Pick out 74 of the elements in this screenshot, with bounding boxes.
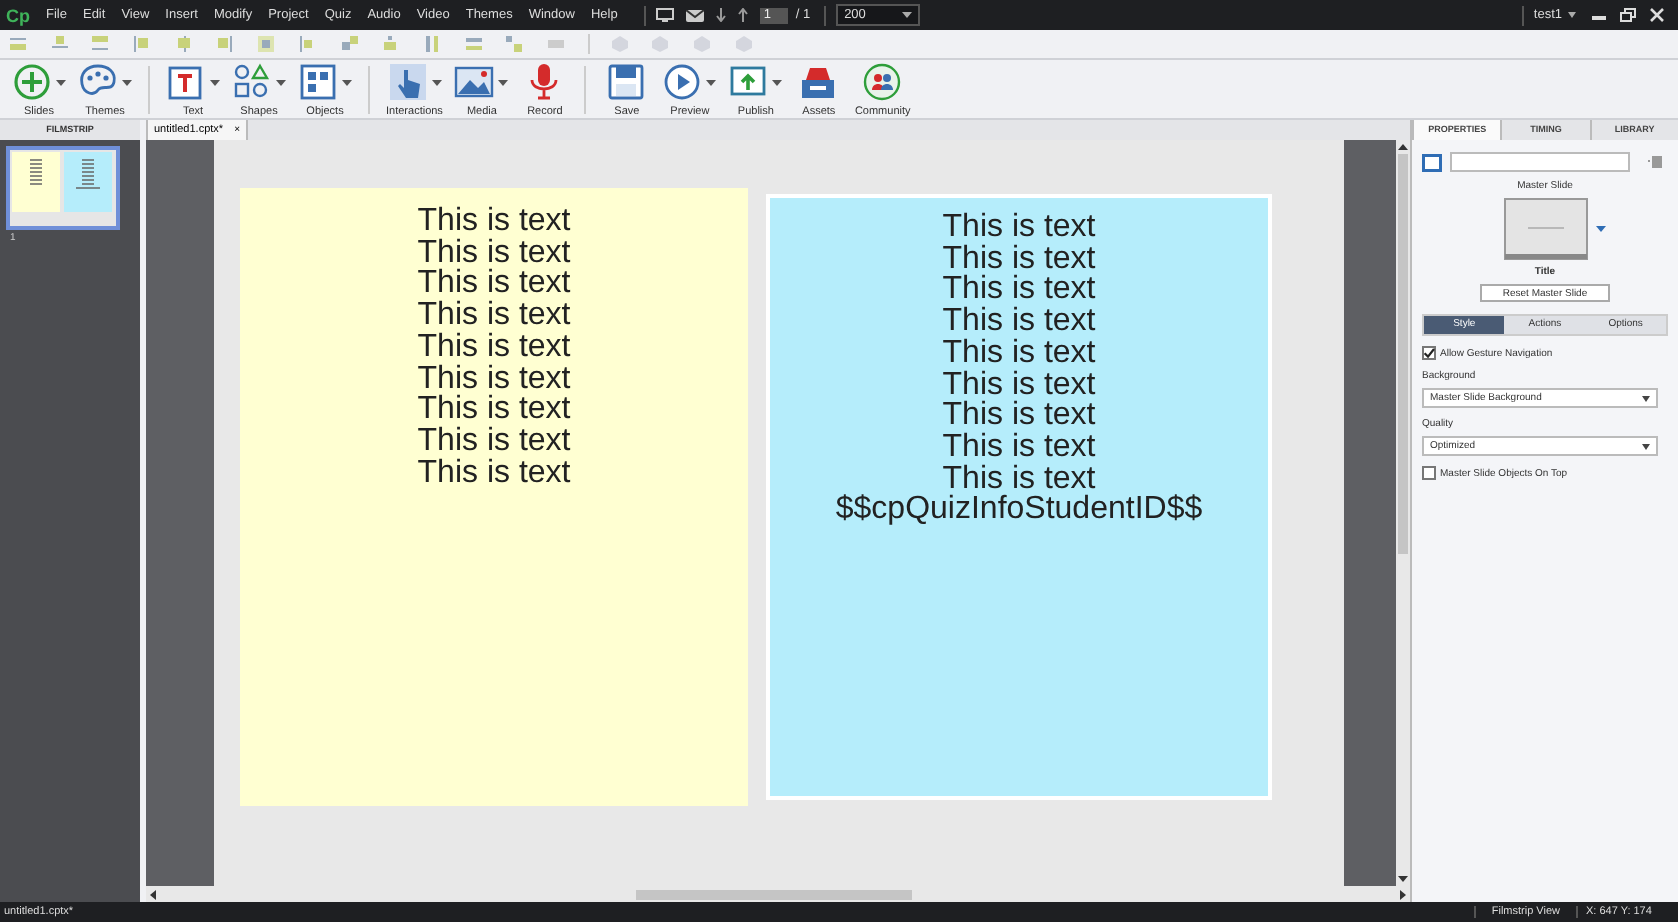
align-icon[interactable] xyxy=(380,34,401,54)
slide-thumbnail[interactable] xyxy=(6,146,120,230)
arrow-up-icon[interactable] xyxy=(737,8,748,22)
checkbox[interactable] xyxy=(1422,466,1436,480)
scroll-down-icon[interactable] xyxy=(1398,876,1408,882)
align-icon[interactable] xyxy=(504,34,525,54)
align-icon[interactable] xyxy=(545,34,566,54)
text-line: This is text xyxy=(417,300,571,332)
cube-icon[interactable] xyxy=(609,34,630,54)
text-line: This is text xyxy=(417,425,571,458)
scroll-up-icon[interactable] xyxy=(1398,144,1408,150)
caret-icon xyxy=(1642,443,1650,449)
panel-menu-icon[interactable] xyxy=(1648,156,1662,168)
arrow-down-icon[interactable] xyxy=(715,8,726,22)
name-field[interactable] xyxy=(1450,152,1630,172)
caret-icon xyxy=(902,12,913,18)
text-line: This is text xyxy=(417,363,571,395)
align-icon[interactable] xyxy=(49,34,70,54)
align-icon[interactable] xyxy=(421,34,442,54)
box-icon xyxy=(798,62,839,102)
align-icon[interactable] xyxy=(339,34,359,54)
text-line: This is text xyxy=(942,337,1096,370)
mail-icon[interactable] xyxy=(685,9,704,21)
align-icon[interactable] xyxy=(463,34,484,54)
text-line: This is text xyxy=(417,457,571,489)
text-line: This is text xyxy=(417,331,571,364)
text-line: This is text xyxy=(417,237,571,269)
align-icon[interactable] xyxy=(297,34,318,54)
text-icon xyxy=(166,62,206,102)
image-icon xyxy=(454,62,495,102)
people-icon xyxy=(862,62,903,102)
text-line: $$cpQuizInfoStudentID$$ xyxy=(835,494,1203,527)
caret-icon[interactable] xyxy=(1568,12,1576,18)
caret-icon xyxy=(1642,395,1650,401)
save-icon xyxy=(606,62,647,102)
text-line: This is text xyxy=(942,274,1096,307)
align-icon[interactable] xyxy=(256,34,277,54)
text-line: This is text xyxy=(942,306,1096,338)
monitor-icon[interactable] xyxy=(655,8,674,22)
play-icon xyxy=(662,62,703,102)
shapes-icon xyxy=(232,62,272,102)
horizontal-scrollbar[interactable] xyxy=(146,886,1410,902)
slide-icon xyxy=(1422,153,1442,171)
scroll-left-icon[interactable] xyxy=(150,889,156,899)
text-box[interactable]: This is text This is text This is text This is text This is text This is text This is text This is text This is text xyxy=(240,188,748,806)
scroll-right-icon[interactable] xyxy=(1400,889,1406,899)
app-logo: Cp xyxy=(6,5,30,25)
grid-icon xyxy=(298,62,338,102)
master-thumbnail[interactable] xyxy=(1504,198,1588,260)
close-icon[interactable] xyxy=(1650,8,1664,22)
cube-icon[interactable] xyxy=(650,34,671,54)
cube-icon[interactable] xyxy=(733,34,754,54)
vertical-scrollbar[interactable] xyxy=(1396,140,1410,886)
text-line: This is text xyxy=(942,431,1096,464)
align-icon[interactable] xyxy=(8,34,28,54)
text-box[interactable]: This is text This is text This is text This is text This is text This is text This is text This is text This is text $$cpQuizInfoStudentID$$ xyxy=(766,194,1272,800)
text-line: This is text xyxy=(942,463,1096,495)
hand-pointer-icon xyxy=(387,62,428,102)
text-line: This is text xyxy=(942,212,1096,244)
text-line: This is text xyxy=(942,243,1096,275)
text-line: This is text xyxy=(942,400,1096,432)
align-icon[interactable] xyxy=(132,34,153,54)
text-line: This is text xyxy=(942,369,1096,401)
align-icon[interactable] xyxy=(90,34,111,54)
text-line: This is text xyxy=(417,206,571,238)
caret-icon[interactable] xyxy=(1596,226,1606,232)
plus-circle-icon xyxy=(12,62,52,102)
cube-icon[interactable] xyxy=(692,34,712,54)
text-line: This is text xyxy=(417,394,571,426)
text-line: This is text xyxy=(417,268,571,301)
align-icon[interactable] xyxy=(173,34,194,54)
checkbox[interactable] xyxy=(1422,346,1436,360)
align-icon[interactable] xyxy=(214,34,235,54)
restore-icon[interactable] xyxy=(1620,8,1636,22)
